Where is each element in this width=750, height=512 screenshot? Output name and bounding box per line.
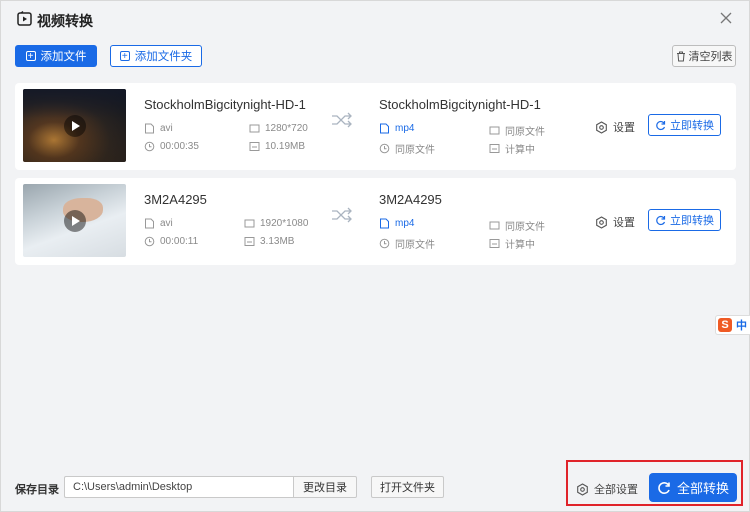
- play-icon[interactable]: [64, 115, 86, 137]
- filesize-icon: [249, 142, 260, 151]
- plus-icon: +: [25, 51, 36, 62]
- refresh-icon: [656, 120, 666, 130]
- file-item: 3M2A4295 avi 1920*1080 00:00:11 3.13MB 3…: [15, 178, 736, 265]
- save-directory-label: 保存目录: [15, 484, 59, 496]
- target-resolution: 同原文件: [489, 123, 545, 138]
- clock-icon: [379, 143, 390, 154]
- target-duration: 同原文件: [379, 236, 435, 251]
- add-file-button[interactable]: + 添加文件: [15, 45, 97, 67]
- close-icon[interactable]: [719, 11, 733, 25]
- source-resolution: 1920*1080: [244, 218, 308, 229]
- gear-icon: [596, 215, 607, 229]
- target-size: 计算中: [489, 236, 535, 251]
- resolution-icon: [489, 221, 500, 230]
- target-file-name: StockholmBigcitynight-HD-1: [379, 97, 541, 112]
- source-duration: 00:00:11: [144, 236, 198, 247]
- source-size: 10.19MB: [249, 141, 305, 152]
- file-format-icon: [145, 123, 154, 134]
- add-folder-label: 添加文件夹: [134, 51, 193, 63]
- resolution-icon: [249, 124, 260, 133]
- target-duration: 同原文件: [379, 141, 435, 156]
- source-format: avi: [144, 218, 173, 229]
- target-format[interactable]: mp4: [379, 218, 414, 229]
- file-format-icon: [380, 218, 389, 229]
- window-title: 视频转换: [37, 13, 93, 29]
- save-path-field[interactable]: C:\Users\admin\Desktop: [64, 476, 293, 498]
- add-file-label: 添加文件: [40, 51, 87, 63]
- change-directory-button[interactable]: 更改目录: [293, 476, 357, 498]
- source-file-name: 3M2A4295: [144, 192, 207, 207]
- add-folder-button[interactable]: + 添加文件夹: [110, 45, 202, 67]
- ime-language-label: 中: [736, 320, 747, 332]
- video-thumbnail: [23, 89, 126, 162]
- source-format: avi: [144, 123, 173, 134]
- source-resolution: 1280*720: [249, 123, 308, 134]
- shuffle-icon: [332, 207, 352, 223]
- source-file-name: StockholmBigcitynight-HD-1: [144, 97, 306, 112]
- clock-icon: [144, 141, 155, 152]
- refresh-icon: [658, 481, 670, 494]
- open-folder-button[interactable]: 打开文件夹: [371, 476, 444, 498]
- ime-indicator[interactable]: S 中: [715, 315, 750, 335]
- clear-list-label: 清空列表: [688, 51, 733, 63]
- filesize-icon: [244, 237, 255, 246]
- gear-icon: [577, 482, 588, 496]
- play-icon[interactable]: [64, 210, 86, 232]
- title-bar: 视频转换: [1, 1, 749, 37]
- clock-icon: [144, 236, 155, 247]
- video-convert-icon: [17, 11, 32, 26]
- target-format[interactable]: mp4: [379, 123, 414, 134]
- plus-icon: +: [119, 51, 130, 62]
- convert-now-button[interactable]: 立即转换: [648, 209, 721, 231]
- convert-now-button[interactable]: 立即转换: [648, 114, 721, 136]
- video-thumbnail: [23, 184, 126, 257]
- sogou-logo-icon: S: [718, 318, 732, 332]
- file-format-icon: [380, 123, 389, 134]
- file-item: StockholmBigcitynight-HD-1 avi 1280*720 …: [15, 83, 736, 170]
- filesize-icon: [489, 144, 500, 153]
- resolution-icon: [244, 219, 255, 228]
- refresh-icon: [656, 215, 666, 225]
- source-size: 3.13MB: [244, 236, 294, 247]
- target-size: 计算中: [489, 141, 535, 156]
- settings-button[interactable]: 设置: [595, 119, 635, 135]
- shuffle-icon: [332, 112, 352, 128]
- all-settings-button[interactable]: 全部设置: [576, 481, 638, 497]
- convert-all-button[interactable]: 全部转换: [649, 473, 737, 502]
- target-resolution: 同原文件: [489, 218, 545, 233]
- clear-list-button[interactable]: 清空列表: [672, 45, 736, 67]
- filesize-icon: [489, 239, 500, 248]
- source-duration: 00:00:35: [144, 141, 199, 152]
- gear-icon: [596, 120, 607, 134]
- resolution-icon: [489, 126, 500, 135]
- trash-icon: [676, 51, 685, 61]
- settings-button[interactable]: 设置: [595, 214, 635, 230]
- file-format-icon: [145, 218, 154, 229]
- target-file-name: 3M2A4295: [379, 192, 442, 207]
- clock-icon: [379, 238, 390, 249]
